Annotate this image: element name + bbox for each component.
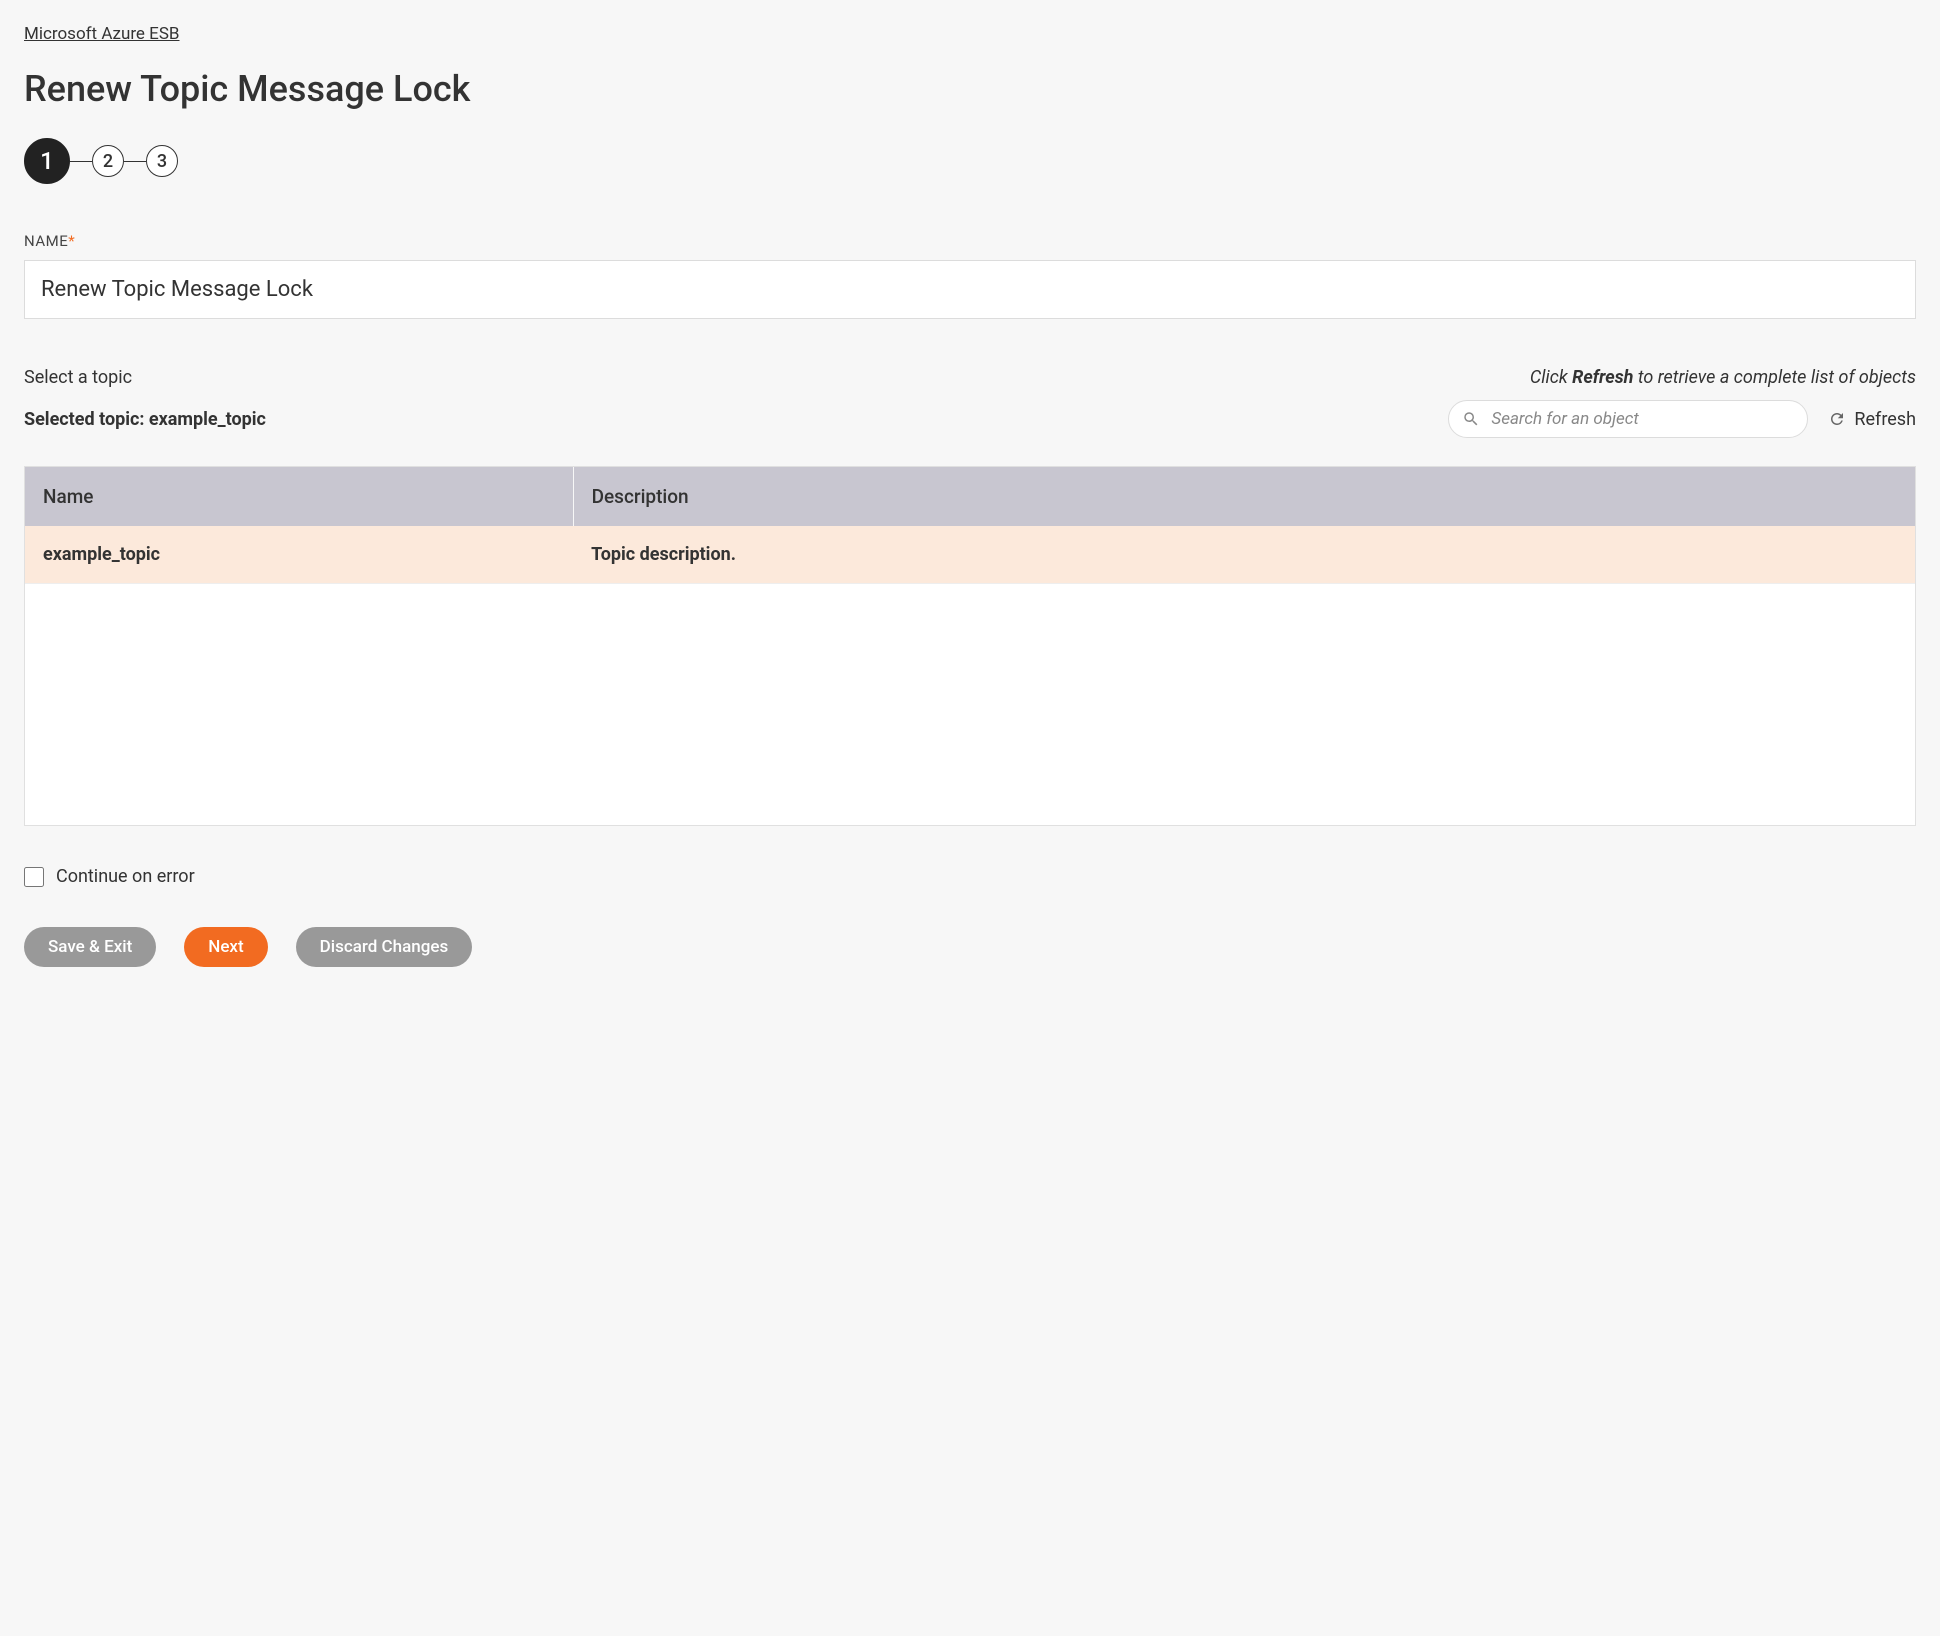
- name-input[interactable]: [24, 260, 1916, 319]
- refresh-hint: Click Refresh to retrieve a complete lis…: [1530, 367, 1916, 388]
- refresh-button[interactable]: Refresh: [1828, 409, 1916, 430]
- page-title: Renew Topic Message Lock: [24, 68, 1916, 110]
- search-box: [1448, 400, 1808, 438]
- continue-on-error-checkbox[interactable]: [24, 867, 44, 887]
- step-connector: [70, 161, 92, 162]
- table-cell-description: Topic description.: [573, 526, 1915, 584]
- search-input[interactable]: [1448, 400, 1808, 438]
- selected-topic: Selected topic: example_topic: [24, 409, 266, 430]
- breadcrumb: Microsoft Azure ESB: [24, 24, 1916, 44]
- discard-changes-button[interactable]: Discard Changes: [296, 927, 473, 967]
- step-2[interactable]: 2: [92, 145, 124, 177]
- continue-on-error-label[interactable]: Continue on error: [56, 866, 195, 887]
- step-connector: [124, 161, 146, 162]
- step-3[interactable]: 3: [146, 145, 178, 177]
- refresh-icon: [1828, 410, 1846, 428]
- topic-table: Name Description example_topicTopic desc…: [25, 467, 1915, 584]
- stepper: 1 2 3: [24, 138, 1916, 184]
- table-cell-name: example_topic: [25, 526, 573, 584]
- table-header-name: Name: [25, 467, 573, 526]
- next-button[interactable]: Next: [184, 927, 267, 967]
- table-row[interactable]: example_topicTopic description.: [25, 526, 1915, 584]
- select-topic-label: Select a topic: [24, 367, 132, 388]
- required-asterisk: *: [68, 232, 75, 250]
- save-exit-button[interactable]: Save & Exit: [24, 927, 156, 967]
- footer-buttons: Save & Exit Next Discard Changes: [24, 927, 1916, 967]
- refresh-label: Refresh: [1854, 409, 1916, 430]
- name-field-label: NAME*: [24, 232, 1916, 250]
- step-1[interactable]: 1: [24, 138, 70, 184]
- breadcrumb-link[interactable]: Microsoft Azure ESB: [24, 24, 180, 44]
- search-icon: [1462, 410, 1480, 428]
- topic-table-container: Name Description example_topicTopic desc…: [24, 466, 1916, 826]
- table-header-description: Description: [573, 467, 1915, 526]
